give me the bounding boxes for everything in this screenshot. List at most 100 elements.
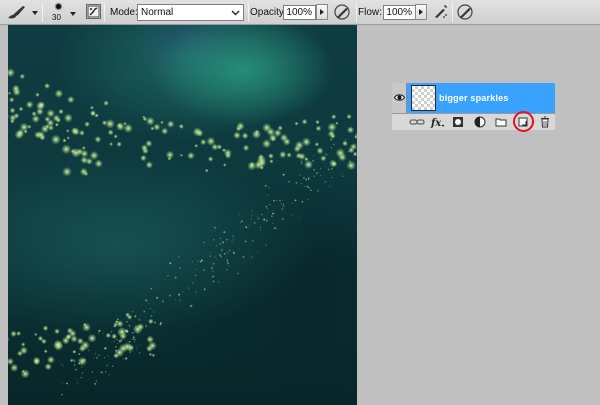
dust-particle [228,249,231,252]
dust-particle [110,330,113,333]
dust-particle [73,360,76,362]
dust-particle [300,160,303,163]
dust-particle [75,368,77,371]
sparkle [161,127,169,135]
brush-preset-picker[interactable]: 30 [46,1,80,24]
sparkle [69,358,74,363]
sparkle [34,332,38,337]
dust-particle [143,310,146,313]
opacity-field[interactable]: 100% [283,5,316,20]
dust-particle [273,199,275,202]
toggle-brush-panel-button[interactable] [86,4,101,19]
sparkle [103,346,108,351]
dust-particle [316,172,318,174]
dust-particle [257,217,259,220]
sparkle [53,339,63,350]
dust-particle [305,178,308,181]
flow-field[interactable]: 100% [383,5,416,20]
sparkle [89,151,99,160]
separator [42,3,43,22]
sparkle [140,154,147,162]
blend-mode-select[interactable]: Normal [137,4,244,21]
dust-particle [81,372,84,374]
dust-particle [354,135,357,137]
sparkle [44,363,52,371]
dust-particle [131,310,134,313]
sparkle [12,84,20,93]
dust-particle [298,217,300,219]
dust-particle [203,241,205,244]
dust-particle [303,176,305,179]
sparkle [103,100,109,106]
dust-particle [115,352,117,354]
sparkle [145,161,153,169]
dust-particle [195,268,197,270]
dust-particle [219,243,221,245]
dust-particle [257,251,259,253]
dust-particle [134,315,137,318]
tablet-pressure-size-icon [457,4,473,20]
dust-particle [100,371,103,374]
dust-particle [317,190,319,192]
tablet-pressure-size-button[interactable] [456,3,474,22]
dust-particle [228,265,229,267]
dust-particle [220,255,222,258]
sparkle [116,141,122,147]
sparkle [342,140,348,147]
dust-particle [244,240,247,243]
dust-particle [308,177,310,179]
opacity-value: 100% [286,7,312,18]
sparkle [107,129,114,136]
dust-particle [233,252,235,254]
sparkle [271,137,276,142]
layer-name[interactable]: bigger sparkles [439,93,509,103]
dust-particle [95,353,96,355]
dust-particle [295,182,298,184]
sparkle [76,337,84,345]
layer-row-bigger-sparkles[interactable]: bigger sparkles [392,83,555,113]
brush-tool-preset-button[interactable] [4,3,40,22]
flow-slider-button[interactable] [415,4,427,20]
dust-particle [106,364,109,367]
layer-visibility-toggle[interactable] [392,83,407,113]
sparkle [338,153,347,162]
layer-style-fx-icon[interactable]: fx [430,116,446,128]
dust-particle [182,291,184,293]
dust-particle [195,291,197,293]
dust-particle [102,332,104,334]
separator [356,3,357,22]
sparkle [268,153,274,159]
airbrush-button[interactable] [432,3,450,22]
layer-mask-icon[interactable] [452,116,464,128]
blend-mode-value: Normal [141,7,174,18]
link-layers-icon[interactable] [409,116,425,128]
opacity-slider-button[interactable] [316,4,328,20]
dust-particle [78,353,81,355]
svg-text:fx: fx [430,118,442,128]
sparkle [346,113,352,120]
dust-particle [232,235,234,237]
sparkle [294,140,304,150]
delete-layer-icon[interactable] [539,116,551,128]
dust-particle [329,161,331,163]
dust-particle [200,259,203,262]
document-canvas[interactable] [8,25,357,405]
tablet-pressure-opacity-button[interactable] [333,3,351,22]
dust-particle [167,275,169,277]
dust-particle [132,336,135,339]
dust-particle [117,343,118,344]
sparkle [178,123,184,129]
new-group-icon[interactable] [495,116,507,128]
layer-thumbnail[interactable] [411,85,436,111]
adjustment-layer-icon[interactable] [474,116,486,128]
brush-tool-icon [8,6,25,19]
dust-particle [332,163,334,165]
dust-particle [310,189,312,192]
dust-particle [212,270,214,272]
sparkle [165,150,175,160]
sparkle [205,168,209,173]
chevron-right-icon [419,9,423,15]
dust-particle [128,344,131,346]
sparkle [315,125,322,132]
dust-particle [73,364,76,366]
